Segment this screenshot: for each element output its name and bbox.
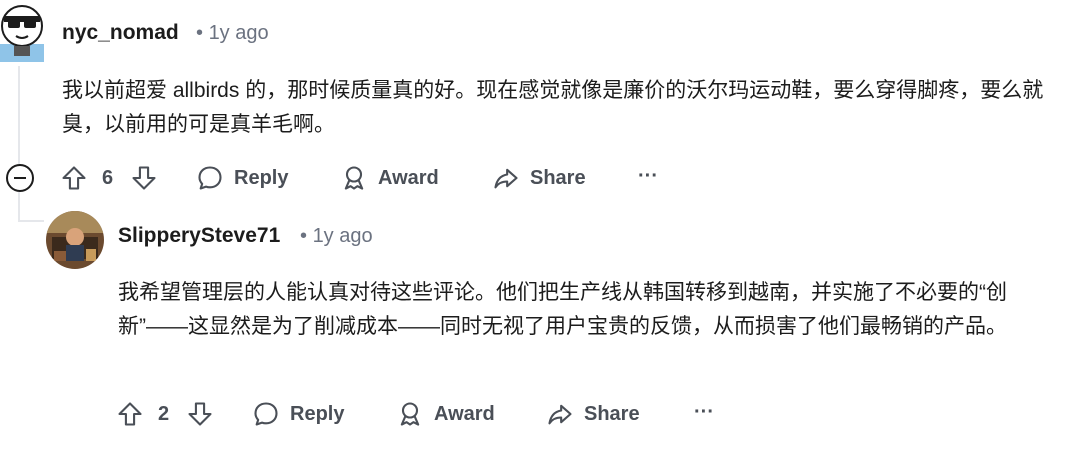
downvote-button[interactable] xyxy=(130,164,158,192)
share-button[interactable]: Share xyxy=(546,400,640,428)
downvote-button[interactable] xyxy=(186,400,214,428)
thread-line-branch xyxy=(18,192,20,222)
downvote-arrow-icon xyxy=(186,400,214,428)
upvote-arrow-icon xyxy=(60,164,88,192)
vote-count: 2 xyxy=(158,403,170,425)
minus-icon xyxy=(14,177,26,179)
reply-button[interactable]: Reply xyxy=(196,164,288,192)
avatar[interactable] xyxy=(0,2,44,62)
time-label: 1y ago xyxy=(208,22,269,44)
share-button[interactable]: Share xyxy=(492,164,586,192)
avatar-image-icon xyxy=(46,211,104,269)
vote-count: 6 xyxy=(102,167,114,189)
timestamp: • 1y ago xyxy=(196,22,269,45)
award-label: Award xyxy=(378,166,439,189)
share-label: Share xyxy=(584,402,640,425)
reply-label: Reply xyxy=(290,402,345,425)
comment-bubble-icon xyxy=(252,400,280,428)
comment-body: 我以前超爱 allbirds 的，那时候质量真的好。现在感觉就像是廉价的沃尔玛运… xyxy=(62,79,1044,136)
award-label: Award xyxy=(434,402,495,425)
upvote-arrow-icon xyxy=(116,400,144,428)
award-icon xyxy=(340,164,368,192)
more-options-button[interactable]: ··· xyxy=(694,401,714,424)
collapse-thread-button[interactable] xyxy=(6,164,34,192)
reply-button[interactable]: Reply xyxy=(252,400,344,428)
avatar-icon xyxy=(0,5,44,62)
avatar[interactable] xyxy=(46,211,104,269)
thread-line xyxy=(18,66,20,164)
separator-dot: • xyxy=(300,225,313,247)
award-button[interactable]: Award xyxy=(396,400,495,428)
username[interactable]: nyc_nomad xyxy=(62,21,179,45)
more-options-icon: ··· xyxy=(638,165,658,187)
username[interactable]: SlipperySteve71 xyxy=(118,224,280,248)
more-options-button[interactable]: ··· xyxy=(638,165,658,188)
reply-label: Reply xyxy=(234,166,289,189)
share-arrow-icon xyxy=(546,400,574,428)
upvote-button[interactable] xyxy=(60,164,88,192)
time-label: 1y ago xyxy=(312,225,373,247)
separator-dot: • xyxy=(196,22,209,44)
upvote-button[interactable] xyxy=(116,400,144,428)
award-icon xyxy=(396,400,424,428)
comment-body: 我希望管理层的人能认真对待这些评论。他们把生产线从韩国转移到越南，并实施了不必要… xyxy=(118,281,1007,338)
timestamp: • 1y ago xyxy=(300,225,373,248)
share-arrow-icon xyxy=(492,164,520,192)
downvote-arrow-icon xyxy=(130,164,158,192)
thread-line-elbow xyxy=(18,220,44,222)
comment-bubble-icon xyxy=(196,164,224,192)
more-options-icon: ··· xyxy=(694,401,714,423)
award-button[interactable]: Award xyxy=(340,164,439,192)
share-label: Share xyxy=(530,166,586,189)
